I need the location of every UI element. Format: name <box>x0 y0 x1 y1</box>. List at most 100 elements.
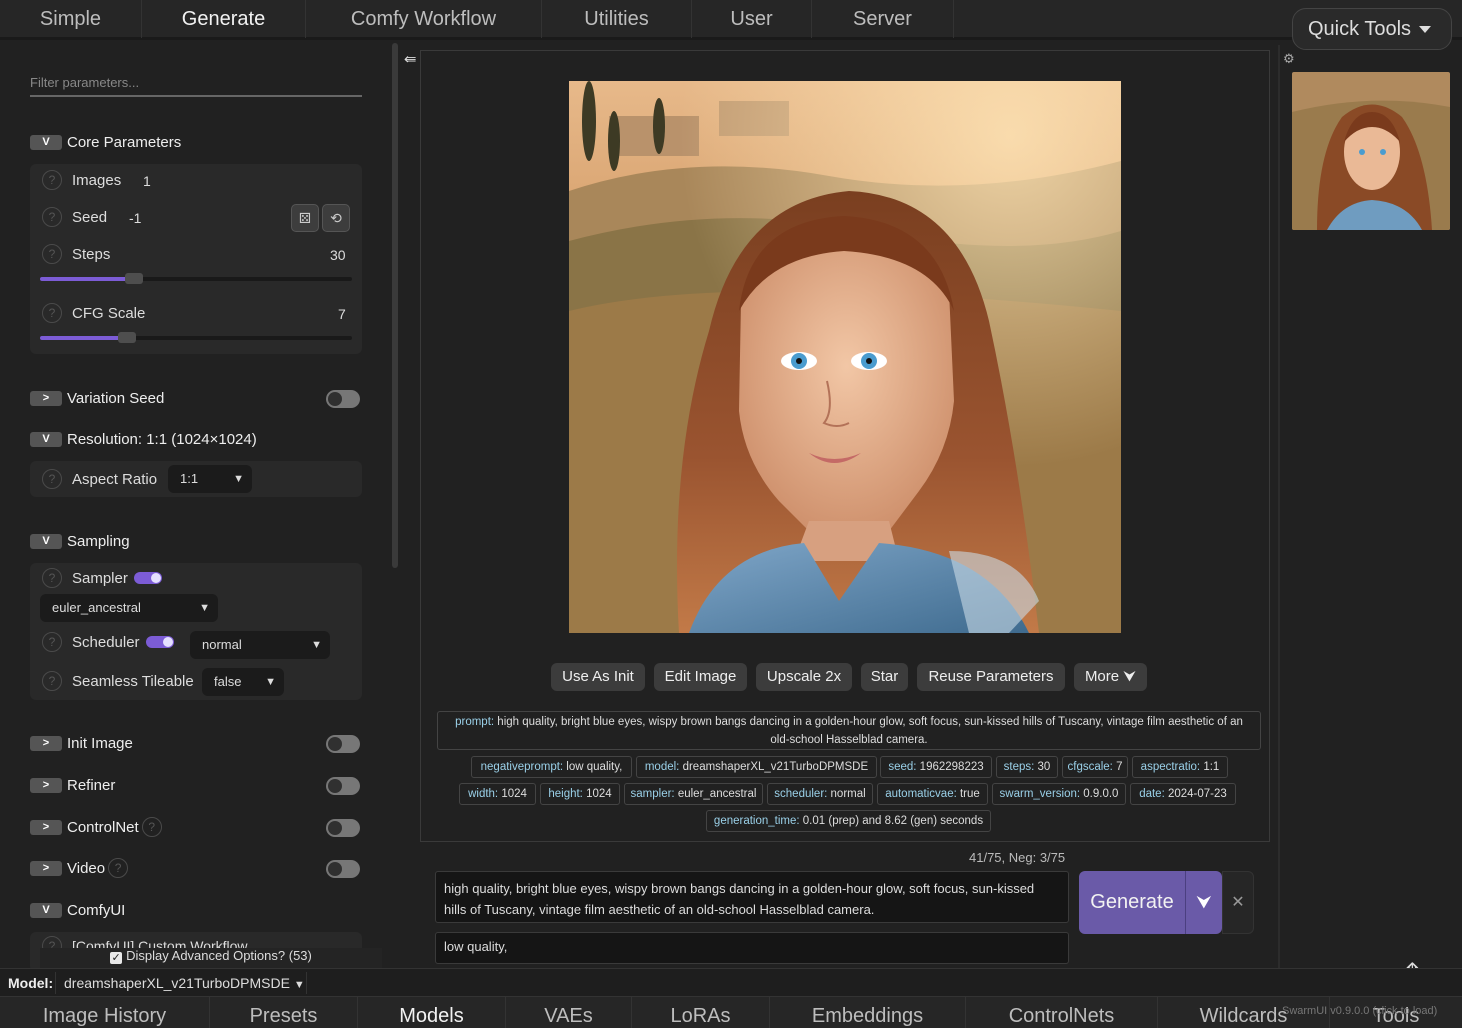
refiner-header[interactable]: > Refiner <box>30 774 115 796</box>
refiner-toggle[interactable] <box>326 777 360 795</box>
star-button[interactable]: Star <box>861 663 908 691</box>
tab-server[interactable]: Server <box>812 0 954 38</box>
seed-row: ? Seed <box>42 207 107 227</box>
comfyui-header[interactable]: V ComfyUI <box>30 899 125 921</box>
meta-key: cfgscale: <box>1067 761 1113 773</box>
chevron-down-icon: ▼ <box>311 639 322 651</box>
negative-prompt-textarea[interactable]: low quality, <box>435 932 1069 964</box>
advanced-options-toggle[interactable]: ✓ Display Advanced Options? (53) <box>40 948 382 968</box>
caret-down-icon <box>1419 26 1432 34</box>
tab-vaes[interactable]: VAEs <box>506 997 632 1028</box>
more-button[interactable]: More ⮟ <box>1074 663 1147 691</box>
scheduler-row: ? Scheduler <box>42 632 174 652</box>
help-icon[interactable]: ? <box>42 244 62 264</box>
help-icon[interactable]: ? <box>42 469 62 489</box>
help-icon[interactable]: ? <box>42 568 62 588</box>
filter-parameters-input[interactable]: Filter parameters... <box>30 75 362 97</box>
meta-value: 1962298223 <box>916 761 984 773</box>
seed-value[interactable]: -1 <box>129 210 141 226</box>
generate-options-dropdown[interactable]: ⮟ <box>1185 871 1222 934</box>
tab-generate[interactable]: Generate <box>142 0 306 38</box>
gear-icon[interactable]: ⚙ <box>1283 51 1295 67</box>
help-icon[interactable]: ? <box>141 817 162 837</box>
tab-models[interactable]: Models <box>358 997 506 1028</box>
prompt-textarea[interactable]: high quality, bright blue eyes, wispy br… <box>435 871 1069 923</box>
init-image-header[interactable]: > Init Image <box>30 732 133 754</box>
generate-button[interactable]: Generate <box>1079 871 1185 934</box>
use-as-init-button[interactable]: Use As Init <box>551 663 645 691</box>
quick-tools-button[interactable]: Quick Tools <box>1292 8 1452 50</box>
meta-value: 7 <box>1112 761 1123 773</box>
meta-key: scheduler: <box>774 788 828 800</box>
history-thumbnail[interactable] <box>1292 72 1450 230</box>
collapse-panel-icon[interactable]: ⇚ <box>404 50 417 68</box>
model-select[interactable]: dreamshaperXL_v21TurboDPMSDE ▼ <box>55 972 307 994</box>
help-icon[interactable]: ? <box>42 632 62 652</box>
tab-user[interactable]: User <box>692 0 812 38</box>
quick-tools-label: Quick Tools <box>1308 18 1412 40</box>
close-icon: ✕ <box>1231 894 1245 911</box>
scheduler-select[interactable]: normal ▼ <box>190 631 330 659</box>
dice-icon[interactable]: ⚄ <box>291 204 319 232</box>
sampler-select[interactable]: euler_ancestral ▼ <box>40 594 218 622</box>
help-icon[interactable]: ? <box>42 671 62 691</box>
meta-cfgscale: cfgscale: 7 <box>1062 756 1128 778</box>
help-icon[interactable]: ? <box>42 207 62 227</box>
portrait-image <box>569 81 1121 633</box>
help-icon[interactable]: ? <box>42 170 62 190</box>
upscale-2x-button[interactable]: Upscale 2x <box>756 663 852 691</box>
cfg-label: CFG Scale <box>72 304 146 322</box>
resolution-header[interactable]: V Resolution: 1:1 (1024×1024) <box>30 428 257 450</box>
video-header[interactable]: > Video ? <box>30 857 129 879</box>
steps-slider-handle[interactable] <box>124 273 143 284</box>
sampling-header[interactable]: V Sampling <box>30 530 130 552</box>
controlnet-toggle[interactable] <box>326 819 360 837</box>
chevron-down-icon: V <box>30 431 62 447</box>
left-panel-scrollbar[interactable] <box>392 43 398 568</box>
sampler-enable-toggle[interactable] <box>133 572 162 584</box>
chevron-down-icon: ▼ <box>265 676 276 688</box>
chevron-right-icon: > <box>30 777 62 793</box>
version-text[interactable]: SwarmUI v0.9.0.0 (click to load) <box>1282 1005 1437 1017</box>
variation-seed-header[interactable]: > Variation Seed <box>30 387 164 409</box>
more-label: More <box>1084 668 1120 685</box>
cancel-generation-button[interactable]: ✕ <box>1222 871 1254 934</box>
cfg-slider[interactable] <box>40 332 352 343</box>
meta-value: 1:1 <box>1200 761 1220 773</box>
help-icon[interactable]: ? <box>108 858 129 878</box>
meta-key: date: <box>1139 788 1165 800</box>
checkbox-checked-icon[interactable]: ✓ <box>110 952 123 964</box>
scheduler-enable-toggle[interactable] <box>145 636 174 648</box>
cfg-value[interactable]: 7 <box>338 306 346 322</box>
steps-value[interactable]: 30 <box>330 247 346 263</box>
controlnet-header[interactable]: > ControlNet ? <box>30 816 162 838</box>
tab-controlnets[interactable]: ControlNets <box>966 997 1158 1028</box>
init-image-toggle[interactable] <box>326 735 360 753</box>
tab-loras[interactable]: LoRAs <box>632 997 770 1028</box>
help-icon[interactable]: ? <box>42 303 62 323</box>
tab-utilities[interactable]: Utilities <box>542 0 692 38</box>
tab-comfy-workflow[interactable]: Comfy Workflow <box>306 0 542 38</box>
reuse-seed-icon[interactable]: ⟲ <box>322 204 350 232</box>
images-value[interactable]: 1 <box>143 173 151 189</box>
seamless-select[interactable]: false ▼ <box>202 668 284 696</box>
video-title: Video <box>67 859 106 877</box>
tab-simple[interactable]: Simple <box>0 0 142 38</box>
aspect-ratio-label: Aspect Ratio <box>72 470 158 488</box>
variation-seed-toggle[interactable] <box>326 390 360 408</box>
tab-embeddings[interactable]: Embeddings <box>770 997 966 1028</box>
tab-image-history[interactable]: Image History <box>0 997 210 1028</box>
reuse-parameters-button[interactable]: Reuse Parameters <box>917 663 1065 691</box>
cfg-slider-handle[interactable] <box>118 332 137 343</box>
meta-key: negativeprompt: <box>480 761 564 773</box>
video-toggle[interactable] <box>326 860 360 878</box>
meta-value: 2024-07-23 <box>1164 788 1227 800</box>
generated-image[interactable] <box>569 81 1121 633</box>
meta-key: seed: <box>888 761 917 773</box>
steps-slider[interactable] <box>40 273 352 284</box>
core-parameters-header[interactable]: V Core Parameters <box>30 131 181 153</box>
edit-image-button[interactable]: Edit Image <box>654 663 747 691</box>
aspect-ratio-select[interactable]: 1:1 ▼ <box>168 465 252 493</box>
panel-divider[interactable] <box>1278 45 1280 968</box>
tab-presets[interactable]: Presets <box>210 997 358 1028</box>
